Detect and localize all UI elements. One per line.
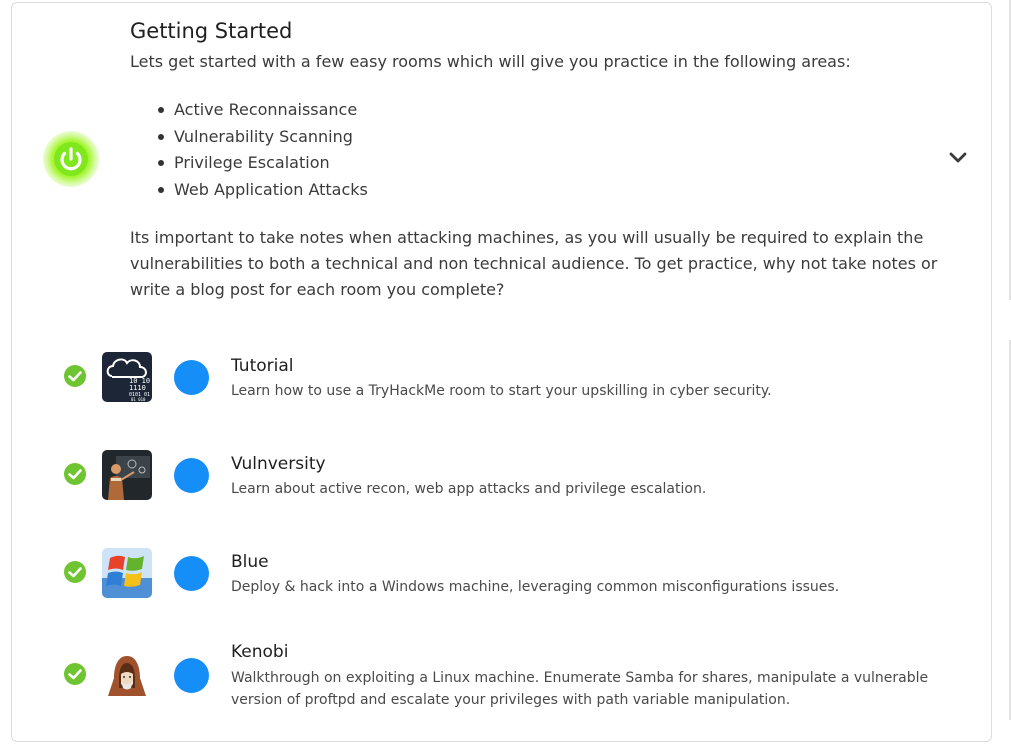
list-item: Web Application Attacks bbox=[130, 177, 368, 204]
room-title[interactable]: Vulnversity bbox=[231, 454, 326, 474]
room-title[interactable]: Blue bbox=[231, 552, 269, 572]
room-kenobi[interactable]: Kenobi Walkthrough on exploiting a Linux… bbox=[12, 635, 993, 715]
room-description: Learn how to use a TryHackMe room to sta… bbox=[231, 383, 772, 399]
power-icon bbox=[54, 142, 88, 176]
check-circle-icon bbox=[64, 663, 86, 685]
kenobi-room-icon bbox=[102, 650, 152, 700]
room-title[interactable]: Kenobi bbox=[231, 642, 288, 662]
section-intro: Lets get started with a few easy rooms w… bbox=[130, 52, 851, 71]
room-status-dot bbox=[174, 556, 209, 591]
list-item: Vulnerability Scanning bbox=[130, 124, 368, 151]
check-circle-icon bbox=[64, 463, 86, 485]
chevron-down-icon[interactable] bbox=[948, 149, 968, 167]
room-description: Walkthrough on exploiting a Linux machin… bbox=[231, 670, 929, 708]
windows-logo-icon bbox=[102, 548, 152, 598]
check-circle-icon bbox=[64, 365, 86, 387]
room-status-dot bbox=[174, 360, 209, 395]
room-tutorial[interactable]: 10 10 1110 0101 01 01 010 Tutorial Learn… bbox=[12, 348, 993, 408]
getting-started-card: Getting Started Lets get started with a … bbox=[11, 2, 992, 742]
room-vulnversity[interactable]: Vulnversity Learn about active recon, we… bbox=[12, 446, 993, 506]
practice-areas-list: Active Reconnaissance Vulnerability Scan… bbox=[130, 97, 368, 203]
room-description: Deploy & hack into a Windows machine, le… bbox=[231, 579, 840, 595]
vulnversity-room-icon bbox=[102, 450, 152, 500]
room-title[interactable]: Tutorial bbox=[231, 356, 294, 376]
svg-text:01 010: 01 010 bbox=[131, 397, 146, 402]
room-description: Learn about active recon, web app attack… bbox=[231, 481, 707, 497]
room-status-dot bbox=[174, 458, 209, 493]
tutorial-room-icon: 10 10 1110 0101 01 01 010 bbox=[102, 352, 152, 402]
section-title: Getting Started bbox=[130, 19, 293, 43]
list-item: Privilege Escalation bbox=[130, 150, 368, 177]
svg-text:1110: 1110 bbox=[129, 384, 146, 392]
room-status-dot bbox=[174, 658, 209, 693]
section-notes: Its important to take notes when attacki… bbox=[130, 228, 938, 299]
list-item: Active Reconnaissance bbox=[130, 97, 368, 124]
room-blue[interactable]: Blue Deploy & hack into a Windows machin… bbox=[12, 544, 993, 604]
check-circle-icon bbox=[64, 561, 86, 583]
